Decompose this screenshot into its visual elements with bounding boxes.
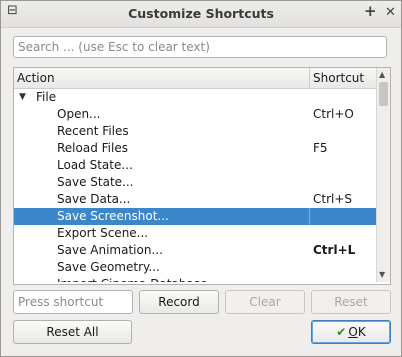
dialog-title: Customize Shortcuts bbox=[128, 6, 274, 21]
tree-row[interactable]: Import Cinema Database... bbox=[14, 276, 376, 282]
action-name: Open... bbox=[57, 107, 101, 121]
expand-arrow-icon[interactable]: ▼ bbox=[19, 89, 26, 106]
action-name: Export Scene... bbox=[57, 226, 149, 240]
tree-row[interactable]: Save Data... Ctrl+S bbox=[14, 191, 376, 208]
action-name: Save Data... bbox=[57, 192, 131, 206]
column-header-shortcut[interactable]: Shortcut bbox=[313, 71, 364, 85]
ok-label-rest: K bbox=[357, 325, 366, 339]
tree-row[interactable]: Export Scene... bbox=[14, 225, 376, 242]
action-name: Save Geometry... bbox=[57, 260, 160, 274]
shortcuts-tree: Action Shortcut ▼ File Open... Ctrl+O Rece… bbox=[13, 67, 391, 285]
checkmark-icon: ✔ bbox=[336, 325, 347, 339]
ok-mnemonic: O bbox=[348, 325, 358, 339]
scroll-up-arrow-icon[interactable]: ▲ bbox=[379, 70, 385, 79]
close-icon[interactable]: ✕ bbox=[385, 5, 396, 20]
scrollbar-thumb[interactable] bbox=[379, 82, 388, 106]
action-name: Save Animation... bbox=[57, 243, 163, 257]
press-shortcut-input[interactable] bbox=[13, 290, 133, 314]
tree-row[interactable]: Load State... bbox=[14, 157, 376, 174]
tree-row[interactable]: Save Animation... Ctrl+L bbox=[14, 242, 376, 259]
tree-row[interactable]: Save Screenshot... bbox=[14, 208, 376, 225]
tree-rows: ▼ File Open... Ctrl+O Recent Files Reload F… bbox=[14, 89, 376, 282]
tree-header: Action Shortcut bbox=[14, 68, 376, 89]
action-name: Save Screenshot... bbox=[57, 209, 169, 223]
tree-row[interactable]: Save Geometry... bbox=[14, 259, 376, 276]
shortcut-value: Ctrl+O bbox=[313, 107, 354, 121]
action-name: Load State... bbox=[57, 158, 133, 172]
reset-button[interactable]: Reset bbox=[311, 290, 391, 314]
record-button[interactable]: Record bbox=[139, 290, 219, 314]
shortcut-value: Ctrl+L bbox=[313, 243, 356, 257]
tree-row[interactable]: Recent Files bbox=[14, 123, 376, 140]
action-name: Save State... bbox=[57, 175, 134, 189]
vertical-scrollbar[interactable]: ▲ ▼ bbox=[376, 68, 390, 282]
help-icon[interactable]: + bbox=[364, 2, 377, 20]
tree-group-file[interactable]: ▼ File bbox=[14, 89, 376, 106]
scroll-down-arrow-icon[interactable]: ▼ bbox=[379, 270, 385, 279]
title-bar: ⊟ Customize Shortcuts + ✕ bbox=[1, 1, 401, 28]
clear-button[interactable]: Clear bbox=[225, 290, 305, 314]
action-name: Reload Files bbox=[57, 141, 128, 155]
customize-shortcuts-dialog: ⊟ Customize Shortcuts + ✕ Action Shortcu… bbox=[0, 0, 402, 357]
ok-button[interactable]: ✔ OK bbox=[311, 320, 391, 344]
column-divider[interactable] bbox=[309, 68, 310, 88]
shortcut-value bbox=[309, 208, 376, 225]
shortcut-value: Ctrl+S bbox=[313, 192, 353, 206]
tree-row[interactable]: Save State... bbox=[14, 174, 376, 191]
group-label: File bbox=[36, 90, 57, 104]
shortcut-value: F5 bbox=[313, 141, 328, 155]
reset-all-button[interactable]: Reset All bbox=[13, 320, 132, 344]
search-input[interactable] bbox=[13, 36, 387, 58]
tree-row[interactable]: Reload Files F5 bbox=[14, 140, 376, 157]
action-name: Recent Files bbox=[57, 124, 129, 138]
column-header-action[interactable]: Action bbox=[17, 71, 55, 85]
action-name: Import Cinema Database... bbox=[57, 276, 219, 282]
tree-row[interactable]: Open... Ctrl+O bbox=[14, 106, 376, 123]
